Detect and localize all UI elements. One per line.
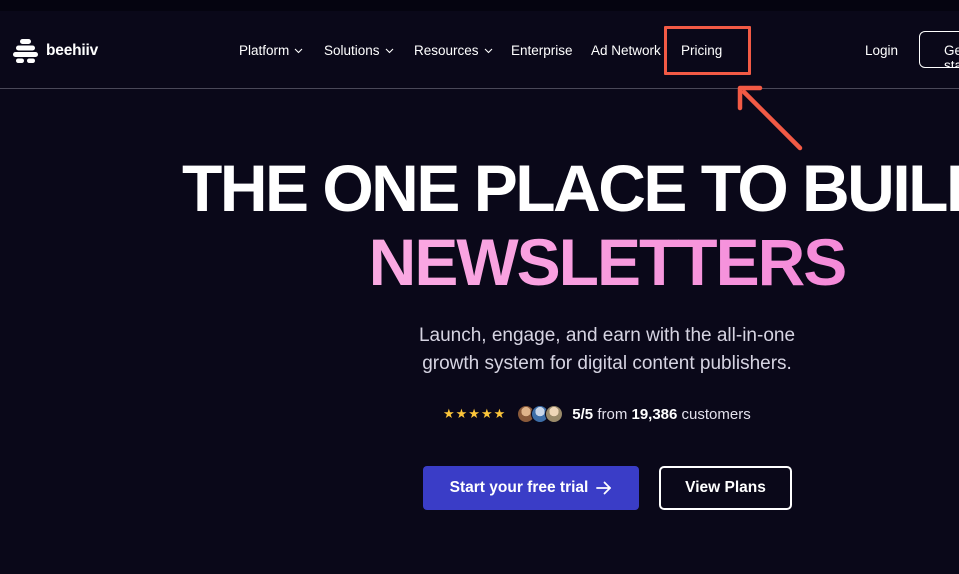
get-started-button[interactable]: Get started [919,31,959,68]
nav-item-label: Solutions [324,43,380,58]
browser-top-strip [0,0,959,11]
nav-item-ad-network[interactable]: Ad Network [591,43,661,58]
page: beehiiv Platform Solutions Resources Ent… [0,0,959,574]
customer-rating: ★★★★★ 5/5 from 19,386 customers [443,403,751,425]
chevron-down-icon [484,48,492,53]
start-free-trial-button[interactable]: Start your free trial [423,466,639,510]
rating-from: from [597,405,628,423]
hero-subtext: Launch, engage, and earn with the all-in… [0,322,959,378]
navbar: beehiiv Platform Solutions Resources Ent… [0,11,959,89]
rating-text: 5/5 from 19,386 customers [572,406,750,423]
hero-headline-line2: NEWSLETTERS [0,226,959,298]
start-free-trial-label: Start your free trial [449,479,589,496]
hero-subtext-line2: growth system for digital content publis… [422,353,792,374]
chevron-down-icon [294,48,303,53]
nav-item-resources[interactable]: Resources [414,43,493,58]
nav-item-enterprise[interactable]: Enterprise [511,43,573,58]
rating-count: 19,386 [631,405,678,423]
hero-subtext-line1: Launch, engage, and earn with the all-in… [418,325,796,346]
nav-item-label: Platform [239,43,290,58]
chevron-down-icon [385,48,393,53]
nav-item-label: Resources [414,43,479,58]
hero-headline-line1: THE ONE PLACE TO BUILD [182,151,959,225]
nav-item-label: Enterprise [511,43,573,58]
nav-item-solutions[interactable]: Solutions [324,43,394,58]
view-plans-button[interactable]: View Plans [659,466,792,510]
brand-logo[interactable]: beehiiv [12,39,98,63]
star-rating-icon: ★★★★★ [443,406,507,421]
annotation-arrow-icon [737,85,803,151]
arrow-right-icon [596,481,612,495]
brand-name: beehiiv [46,42,99,59]
customer-avatars [517,405,564,423]
login-link[interactable]: Login [865,43,898,58]
rating-suffix: customers [681,405,751,423]
beehiiv-logo-icon [13,39,38,63]
avatar [545,405,564,423]
nav-item-label: Ad Network [591,43,661,58]
nav-item-platform[interactable]: Platform [239,43,303,58]
rating-score: 5/5 [572,405,594,423]
pricing-highlight-annotation [664,26,751,75]
